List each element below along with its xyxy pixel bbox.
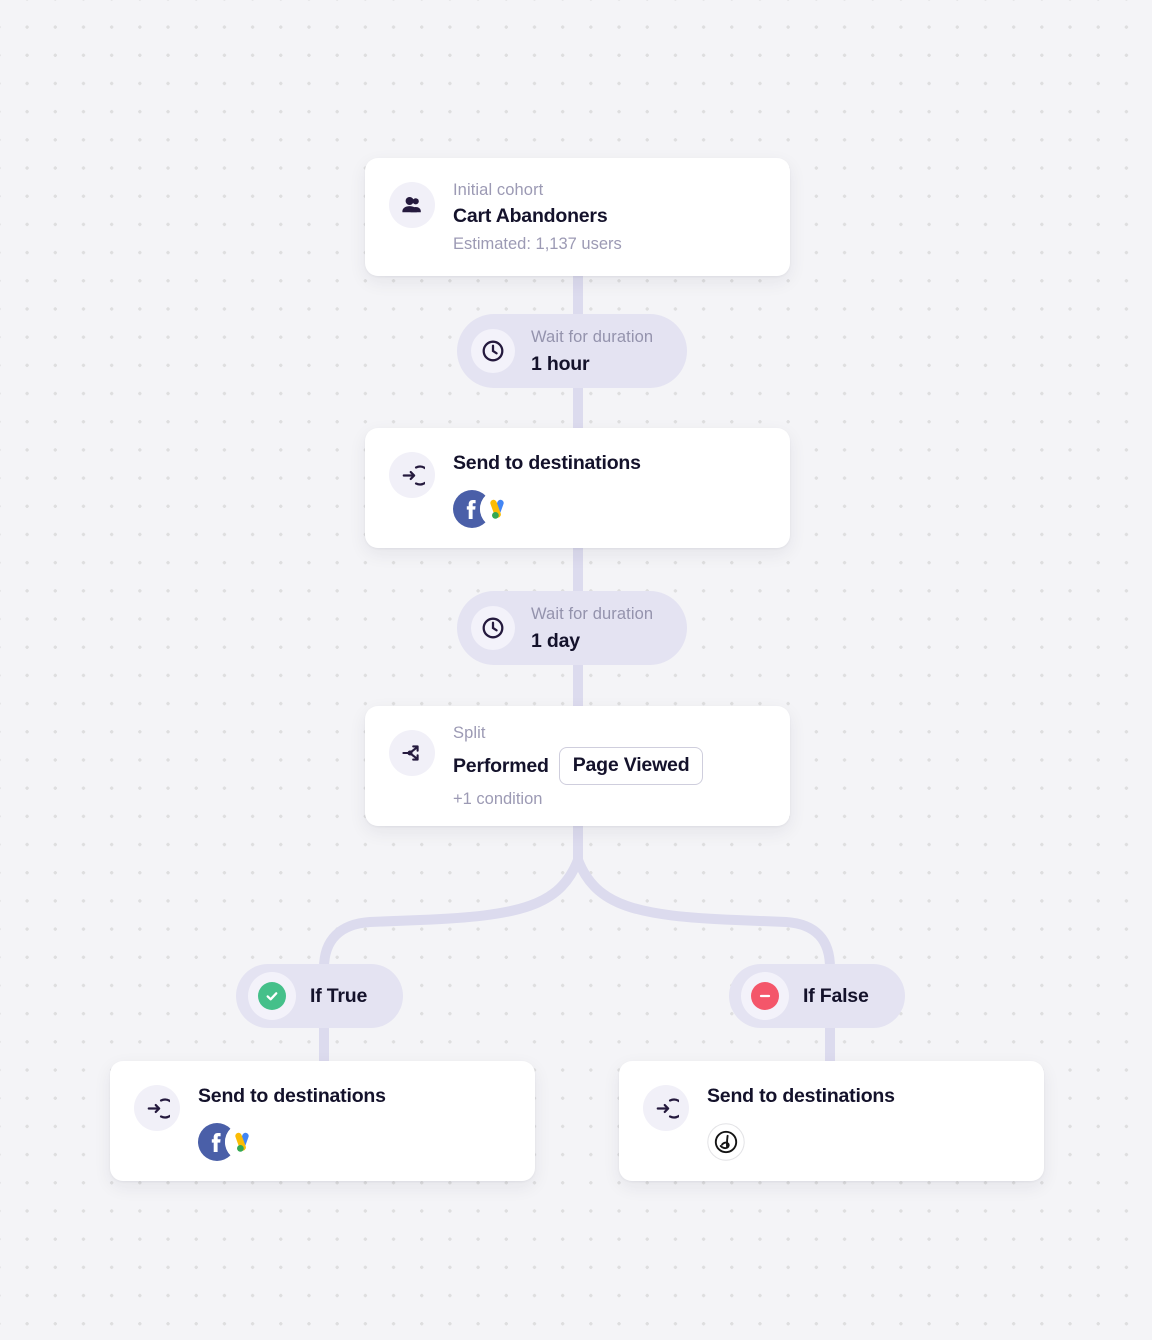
wait-day-eyebrow: Wait for duration [531, 604, 654, 623]
branch-true-label: If True [310, 984, 368, 1007]
send-top-title: Send to destinations [453, 452, 641, 474]
braze-icon [707, 1123, 745, 1162]
node-send-to-destinations-top[interactable]: Send to destinations [365, 428, 790, 548]
node-send-to-destinations-true[interactable]: Send to destinations [110, 1061, 535, 1181]
node-split[interactable]: Split Performed Page Viewed +1 condition [365, 706, 790, 826]
cohort-estimate: Estimated: 1,137 users [453, 234, 622, 253]
node-initial-cohort[interactable]: Initial cohort Cart Abandoners Estimated… [365, 158, 790, 276]
minus-circle-icon [741, 972, 789, 1020]
split-condition-row: Performed Page Viewed [453, 747, 704, 785]
node-wait-duration-hour[interactable]: Wait for duration 1 hour [457, 314, 688, 388]
google-ads-icon [225, 1123, 263, 1162]
send-false-title: Send to destinations [707, 1085, 895, 1107]
cohort-title: Cart Abandoners [453, 205, 608, 228]
node-wait-duration-day[interactable]: Wait for duration 1 day [457, 591, 688, 665]
clock-icon [471, 606, 515, 650]
destination-logo-row [198, 1123, 386, 1162]
destination-logo-row [453, 490, 641, 529]
connector-fork-right [573, 855, 835, 973]
send-true-title: Send to destinations [198, 1085, 386, 1107]
split-branch-icon [389, 730, 435, 776]
connector-fork-left [319, 855, 583, 973]
destination-logo-row [707, 1123, 895, 1162]
split-eyebrow: Split [453, 723, 486, 742]
send-arrow-icon [389, 452, 435, 498]
check-circle-icon [248, 972, 296, 1020]
branch-label-if-true[interactable]: If True [236, 964, 404, 1028]
send-arrow-icon [643, 1085, 689, 1131]
send-arrow-icon [134, 1085, 180, 1131]
cohort-eyebrow: Initial cohort [453, 180, 544, 199]
wait-hour-eyebrow: Wait for duration [531, 327, 654, 346]
google-ads-icon [480, 490, 518, 529]
wait-hour-title: 1 hour [531, 352, 590, 375]
branch-label-if-false[interactable]: If False [729, 964, 905, 1028]
branch-false-label: If False [803, 984, 869, 1007]
split-extra-conditions: +1 condition [453, 789, 543, 808]
users-icon [389, 182, 435, 228]
node-send-to-destinations-false[interactable]: Send to destinations [619, 1061, 1044, 1181]
split-title: Performed [453, 754, 549, 777]
wait-day-title: 1 day [531, 629, 580, 652]
clock-icon [471, 329, 515, 373]
split-event-chip[interactable]: Page Viewed [558, 747, 704, 785]
